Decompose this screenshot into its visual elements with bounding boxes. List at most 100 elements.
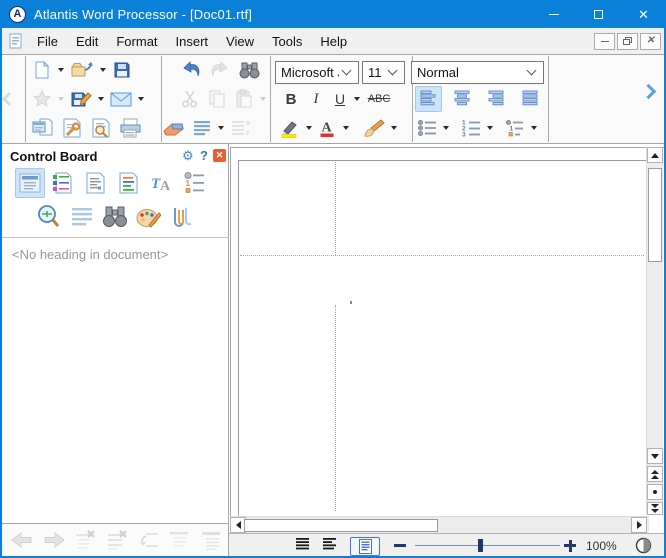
help-icon[interactable]: ? [200,148,208,163]
paste-button[interactable] [232,86,256,112]
tab-bookmarks[interactable] [48,168,78,198]
highlight-button[interactable] [278,115,302,141]
print-preview-button[interactable] [88,115,114,141]
cut-button[interactable] [178,86,202,112]
save-as-dropdown[interactable] [98,97,104,101]
font-name-combobox[interactable]: Microsoft Jh [275,61,359,84]
maximize-button[interactable] [576,0,621,28]
align-center-button[interactable] [449,86,476,112]
move-heading-button[interactable] [136,527,162,553]
copy-button[interactable] [205,86,229,112]
justify-button[interactable] [517,86,544,112]
outline-numbering-dropdown[interactable] [531,126,537,130]
next-page-button[interactable] [647,502,663,515]
vertical-scrollbar[interactable] [646,147,663,515]
print-button[interactable] [117,115,144,141]
undo-button[interactable] [178,57,204,83]
page-setup-button[interactable] [59,115,85,141]
tab-headings[interactable] [15,168,45,198]
horizontal-scrollbar[interactable] [230,516,649,533]
back-button[interactable] [8,527,36,553]
remove-heading-button[interactable] [72,527,100,553]
tool-clipboards[interactable] [166,202,196,232]
minimize-button[interactable] [531,0,576,28]
bullets-dropdown[interactable] [443,126,449,130]
menu-format[interactable]: Format [107,30,166,53]
numbering-button[interactable]: 123 [459,115,483,141]
paste-dropdown[interactable] [260,97,266,101]
menu-insert[interactable]: Insert [167,30,218,53]
redo-button[interactable] [207,57,233,83]
send-mail-button[interactable] [108,86,134,112]
tool-find[interactable] [100,202,130,232]
send-mail-dropdown[interactable] [138,97,144,101]
outline-numbering-button[interactable]: 1 [503,115,527,141]
eraser-button[interactable] [159,115,187,141]
menu-edit[interactable]: Edit [67,30,107,53]
remove-all-headings-button[interactable] [104,527,132,553]
font-size-combobox[interactable]: 11 [362,61,405,84]
menu-help[interactable]: Help [311,30,356,53]
close-button[interactable]: ✕ [621,0,666,28]
tab-fields[interactable] [81,168,111,198]
underline-button[interactable]: U [330,86,350,112]
zoom-slider-track[interactable] [415,545,560,546]
print-layout-view-button[interactable] [350,537,380,556]
align-left-button[interactable] [415,86,442,112]
bold-button[interactable]: B [280,86,302,112]
tool-colors[interactable] [133,202,163,232]
tab-styles-in-use[interactable] [114,168,144,198]
new-dropdown[interactable] [58,68,64,72]
format-painter-button[interactable] [359,115,387,141]
font-color-button[interactable]: A [316,115,339,141]
scroll-up-button[interactable] [647,147,663,163]
online-layout-view-button[interactable] [322,537,337,552]
previous-page-button[interactable] [647,466,663,482]
align-right-button[interactable] [483,86,510,112]
draft-view-button[interactable] [295,537,310,552]
doc-minimize-button[interactable] [594,33,615,50]
tool-paragraph[interactable] [67,202,97,232]
italic-button[interactable]: I [305,86,327,112]
promote-heading-button[interactable] [166,527,194,553]
open-document-button[interactable] [68,57,96,83]
font-color-dropdown[interactable] [343,126,349,130]
underline-dropdown[interactable] [354,97,360,101]
doc-restore-button[interactable] [617,33,638,50]
menu-view[interactable]: View [217,30,263,53]
toolbar-overflow-left[interactable] [4,85,14,113]
browse-object-button[interactable] [647,484,663,500]
highlight-dropdown[interactable] [306,126,312,130]
favorites-dropdown[interactable] [58,97,64,101]
strikethrough-button[interactable]: ABC [364,86,394,112]
panel-close-icon[interactable]: ✕ [213,149,226,162]
scroll-right-button[interactable] [631,517,647,533]
scroll-down-button[interactable] [647,448,663,464]
paragraph-formatting-button[interactable] [190,115,214,141]
doc-close-button[interactable]: ✕ [640,33,661,50]
find-button[interactable] [236,57,263,83]
open-dropdown[interactable] [100,68,106,72]
settings-gear-icon[interactable]: ⚙ [182,148,194,164]
save-button[interactable] [110,57,134,83]
forward-button[interactable] [40,527,68,553]
horizontal-scroll-thumb[interactable] [244,519,438,532]
zoom-slider-thumb[interactable] [478,539,483,552]
numbering-dropdown[interactable] [487,126,493,130]
zoom-out-button[interactable] [394,544,406,547]
tab-fonts[interactable]: TA [147,168,177,198]
toolbar-overflow-right[interactable] [643,77,654,105]
menu-tools[interactable]: Tools [263,30,311,53]
paragraph-dropdown[interactable] [218,126,224,130]
tool-zoom[interactable] [34,202,64,232]
save-as-button[interactable] [68,86,94,112]
sort-button[interactable]: az [228,115,254,141]
document-properties-button[interactable] [30,115,56,141]
demote-heading-button[interactable] [198,527,226,553]
new-document-button[interactable] [30,57,54,83]
vertical-scroll-thumb[interactable] [648,168,662,262]
tab-numbering-lists[interactable]: 1 [180,168,210,198]
style-combobox[interactable]: Normal [411,61,544,84]
favorites-button[interactable] [30,86,54,112]
contrast-mode-icon[interactable] [635,537,652,554]
